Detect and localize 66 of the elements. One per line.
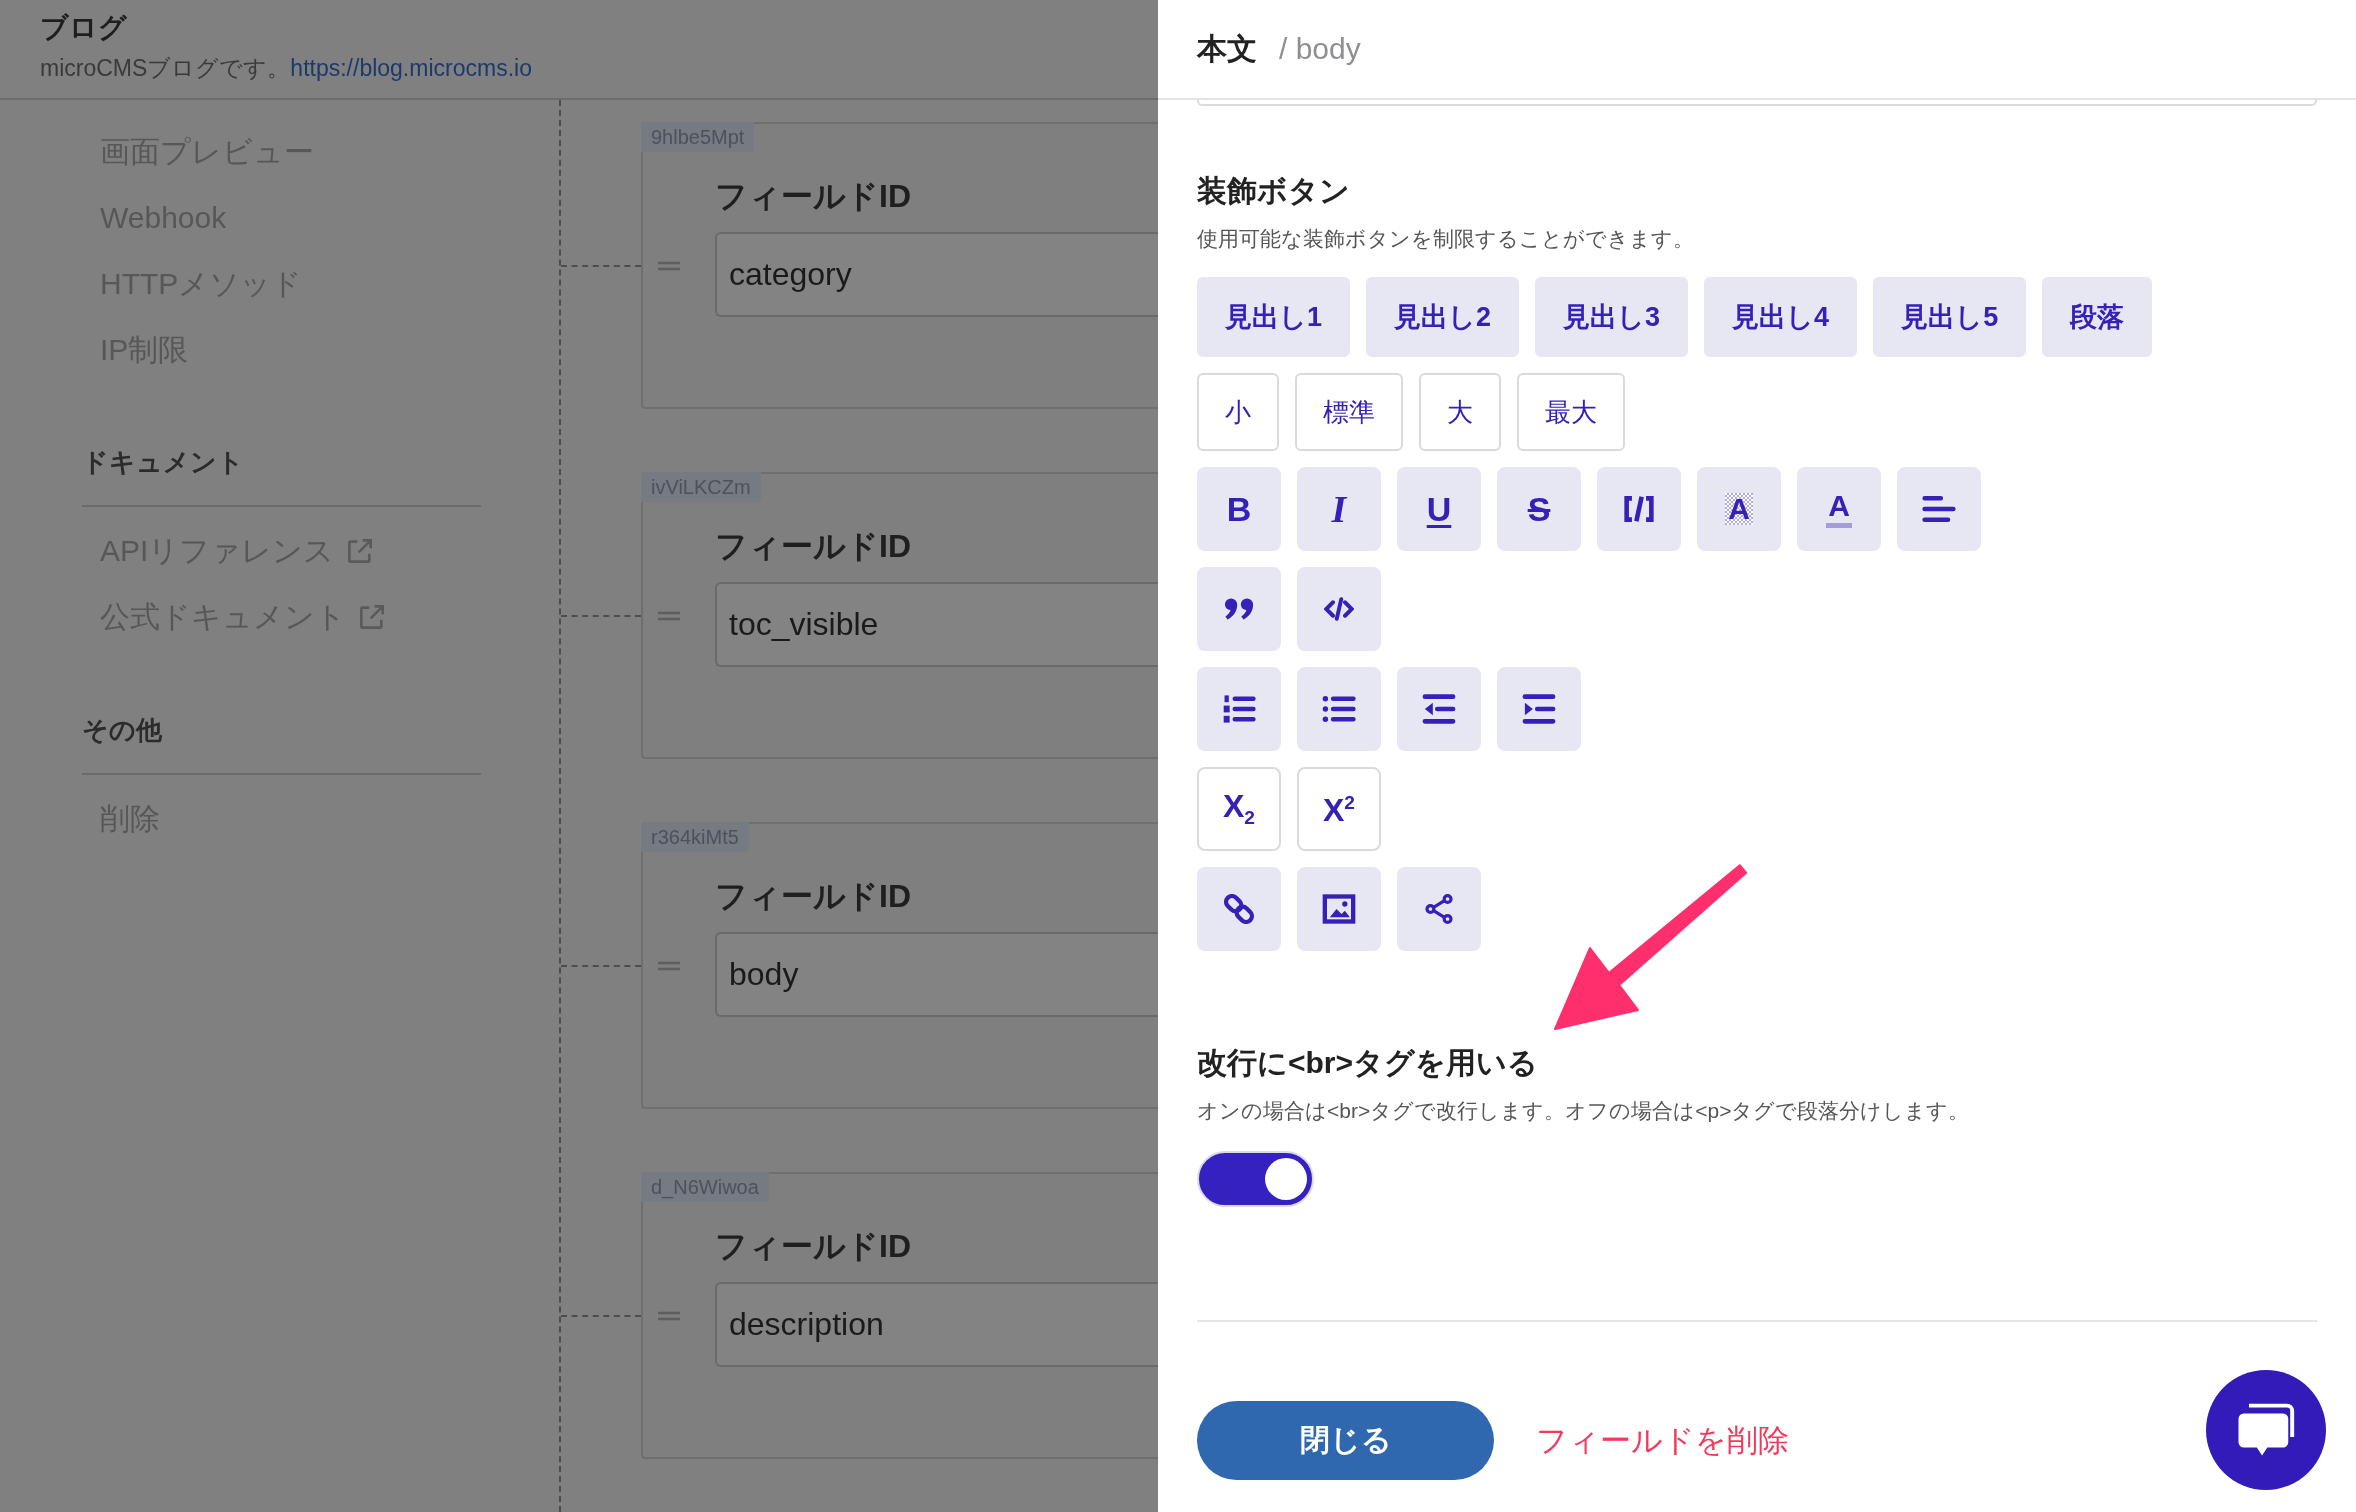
bullet-list-icon — [1322, 694, 1356, 724]
inline-code-button[interactable] — [1597, 467, 1681, 551]
quote-icon — [1224, 597, 1254, 621]
indent-icon — [1522, 694, 1556, 724]
size-button[interactable]: 大 — [1419, 373, 1501, 451]
input-field[interactable]: description — [715, 1282, 1158, 1367]
toggle-switch[interactable] — [1197, 1151, 1314, 1207]
heading-button[interactable]: 見出し3 — [1535, 277, 1689, 357]
sidebar-heading: ドキュメント — [82, 437, 481, 507]
align-button[interactable] — [1897, 467, 1981, 551]
subscript-button[interactable]: X$_{2}$ — [1197, 767, 1281, 851]
drag-handle-icon[interactable] — [658, 261, 680, 271]
heading-button[interactable]: 見出し5 — [1873, 277, 2027, 357]
field-label: フィールドID — [715, 877, 912, 916]
chat-icon — [2237, 1402, 2295, 1458]
outdent-button[interactable] — [1397, 667, 1481, 751]
outdent-icon — [1422, 694, 1456, 724]
heading-button[interactable]: 見出し4 — [1704, 277, 1858, 357]
heading-button[interactable]: 見出し1 — [1197, 277, 1351, 357]
heading-button[interactable]: 見出し2 — [1366, 277, 1520, 357]
close-button[interactable]: 閉じる — [1197, 1401, 1494, 1480]
background-color-button[interactable]: A — [1697, 467, 1781, 551]
input-field[interactable]: body — [715, 932, 1158, 1017]
section-title: 装飾ボタン — [1197, 173, 1350, 209]
input-field[interactable]: category — [715, 232, 1158, 317]
input-field[interactable] — [1197, 100, 2317, 106]
drag-handle-icon[interactable] — [658, 1311, 680, 1321]
numbered-list-icon — [1222, 694, 1256, 724]
section-title: 改行に<br>タグを用いる — [1197, 1045, 1539, 1081]
field-label: フィールドID — [715, 177, 912, 216]
inline-code-icon — [1622, 494, 1656, 524]
italic-button[interactable]: I — [1297, 467, 1381, 551]
indent-button[interactable] — [1497, 667, 1581, 751]
image-button[interactable] — [1297, 867, 1381, 951]
code-icon — [1324, 597, 1354, 621]
section-description: 使用可能な装飾ボタンを制限することができます。 — [1197, 226, 1694, 252]
drag-handle-icon[interactable] — [658, 611, 680, 621]
delete-field-link[interactable]: フィールドを削除 — [1536, 1419, 1789, 1462]
align-left-icon — [1922, 494, 1956, 524]
field-label: フィールドID — [715, 1227, 912, 1266]
code-block-button[interactable] — [1297, 567, 1381, 651]
bold-button[interactable]: B — [1197, 467, 1281, 551]
embed-button[interactable] — [1397, 867, 1481, 951]
quote-button[interactable] — [1197, 567, 1281, 651]
link-button[interactable] — [1197, 867, 1281, 951]
page-title: ブログ — [40, 11, 128, 45]
panel-subtitle: / body — [1279, 32, 1361, 66]
heading-button[interactable]: 段落 — [2042, 277, 2153, 357]
superscript-button[interactable]: X$^{2}$ — [1297, 767, 1381, 851]
bullet-list-button[interactable] — [1297, 667, 1381, 751]
panel-title: 本文 — [1197, 30, 1257, 67]
input-field[interactable]: toc_visible — [715, 582, 1158, 667]
size-button[interactable]: 最大 — [1517, 373, 1625, 451]
link-icon — [1222, 894, 1256, 924]
page-description: microCMSブログです。https://blog.microcms.io — [40, 54, 532, 83]
size-button[interactable]: 標準 — [1295, 373, 1403, 451]
image-icon — [1322, 894, 1356, 924]
field-label: フィールドID — [715, 527, 912, 566]
size-button[interactable]: 小 — [1197, 373, 1279, 451]
text-color-button[interactable]: A — [1797, 467, 1881, 551]
sidebar-heading: その他 — [82, 705, 481, 775]
section-description: オンの場合は<br>タグで改行します。オフの場合は<p>タグで段落分けします。 — [1197, 1098, 1970, 1124]
drag-handle-icon[interactable] — [658, 961, 680, 971]
strike-button[interactable]: S — [1497, 467, 1581, 551]
underline-button[interactable]: U — [1397, 467, 1481, 551]
ordered-list-button[interactable] — [1197, 667, 1281, 751]
